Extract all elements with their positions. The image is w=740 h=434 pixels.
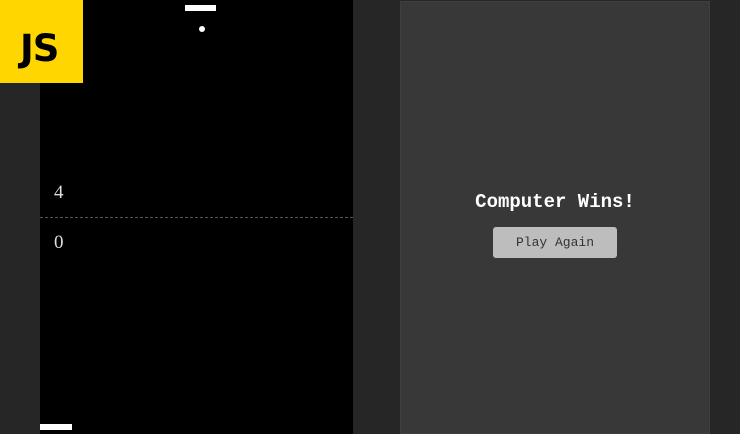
ball: [199, 26, 205, 32]
computer-score: 4: [54, 182, 64, 203]
play-again-button[interactable]: Play Again: [493, 227, 617, 258]
app-stage: JS 4 0 Computer Wins! Play Again: [0, 0, 740, 434]
computer-paddle: [185, 5, 216, 11]
player-paddle[interactable]: [40, 424, 72, 430]
js-logo: JS: [0, 0, 83, 83]
js-logo-text: JS: [20, 27, 59, 70]
player-score: 0: [54, 232, 64, 253]
pong-canvas[interactable]: 4 0: [40, 0, 353, 434]
game-over-panel: Computer Wins! Play Again: [400, 1, 710, 434]
center-line: [40, 217, 353, 218]
game-over-title: Computer Wins!: [475, 191, 635, 213]
